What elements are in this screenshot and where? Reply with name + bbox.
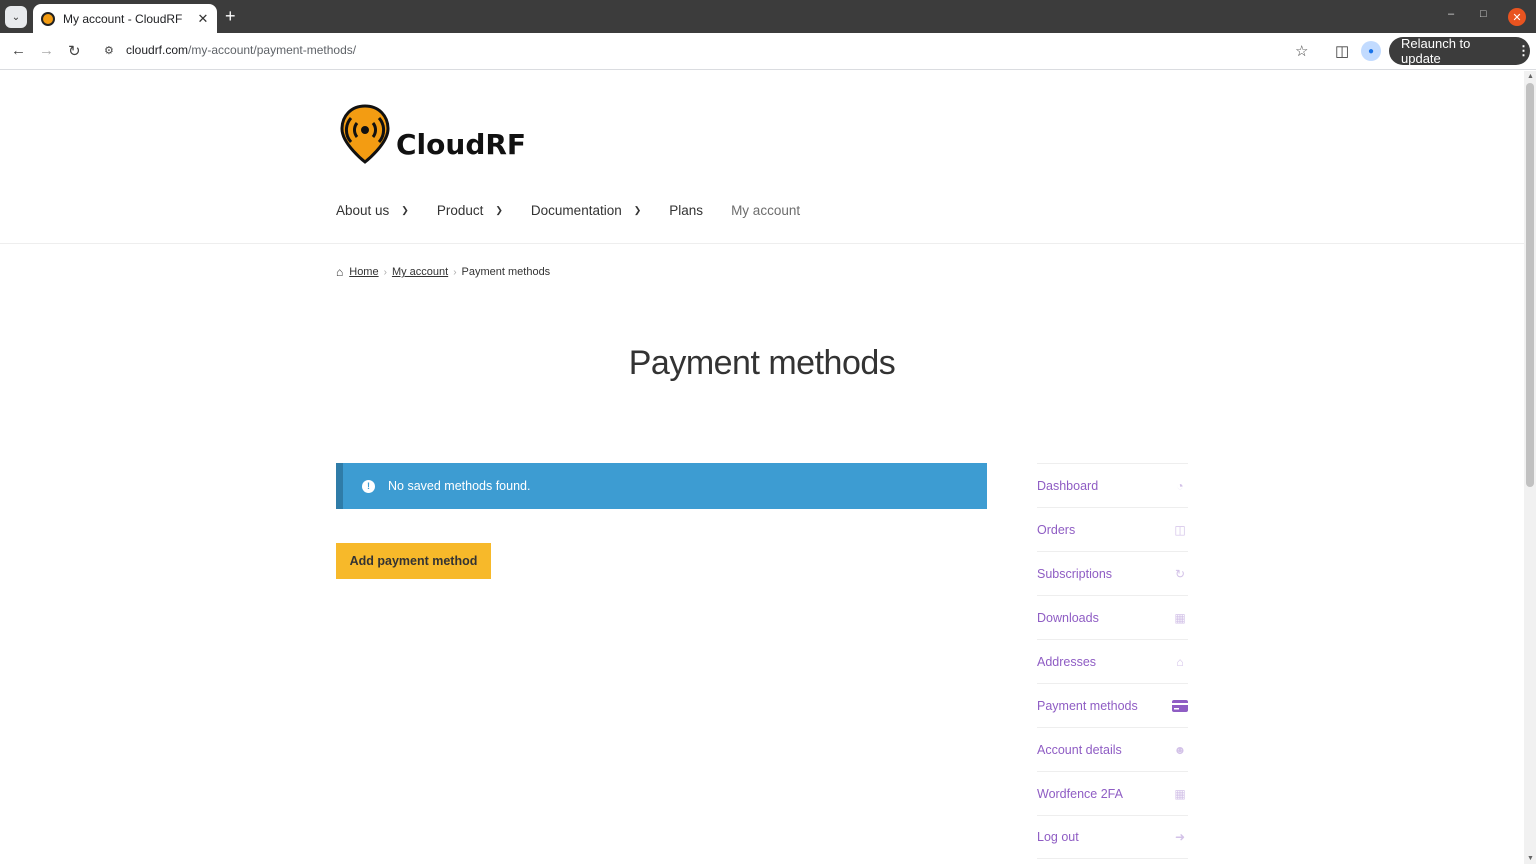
reload-icon[interactable]: ↻ [68,42,81,60]
relaunch-label: Relaunch to update [1401,36,1471,66]
page-scrollbar[interactable]: ▲ ▼ [1524,71,1536,864]
account-nav-payment-methods[interactable]: Payment methods [1037,683,1188,727]
relaunch-button[interactable]: Relaunch to update ⋮ [1389,36,1530,66]
bookmark-star-icon[interactable]: ☆ [1295,42,1308,60]
tab-search-button[interactable]: ⌄ [5,6,27,28]
nav-label: About us [336,203,390,218]
breadcrumb-separator: › [383,266,387,278]
dashboard-icon: ◔ [1176,478,1184,493]
account-nav-account-details[interactable]: Account details ☻ [1037,727,1188,771]
breadcrumb-home-link[interactable]: Home [349,266,378,278]
sign-out-icon: ➜ [1174,830,1186,844]
chevron-down-icon: ❯ [495,205,503,215]
page-title: Payment methods [628,344,896,382]
nav-item-about-us[interactable]: About us ❯ [336,203,409,218]
page: CloudRF About us ❯ Product ❯ Documentati… [0,71,1524,864]
nav-label: Product [436,203,484,218]
home-icon: ⌂ [1176,654,1184,669]
account-nav-log-out[interactable]: Log out ➜ [1037,815,1188,859]
info-notice: ! No saved methods found. [336,463,987,509]
scrollbar-thumb[interactable] [1526,83,1534,487]
add-payment-method-button[interactable]: Add payment method [336,543,491,579]
account-nav-label: Subscriptions [1037,566,1113,581]
scroll-up-icon[interactable]: ▲ [1527,73,1534,80]
browser-toolbar: ← → ↻ ⚙ cloudrf.com/my-account/payment-m… [0,33,1536,70]
forward-icon[interactable]: → [39,42,54,59]
nav-label: My account [731,203,801,218]
favicon-icon [41,11,55,26]
back-icon[interactable]: ← [11,42,26,59]
chevron-down-icon: ❯ [633,205,642,215]
browser-tab-bar: ⌄ My account - CloudRF ✕ + – □ ✕ [0,0,1536,33]
url-domain: cloudrf.com [126,43,189,57]
user-icon: ☻ [1173,742,1187,757]
address-bar[interactable]: cloudrf.com/my-account/payment-methods/ [126,43,356,57]
person-icon: ● [1367,45,1375,57]
nav-item-my-account[interactable]: My account [731,203,800,218]
refresh-icon: ↻ [1174,566,1186,581]
building-icon: ▦ [1174,786,1186,801]
logo-text: CloudRF [396,127,527,161]
new-tab-button[interactable]: + [225,7,236,25]
nav-item-product[interactable]: Product ❯ [437,203,503,218]
account-navigation: Dashboard ◔ Orders ◫ Subscriptions ↻ Dow… [1037,463,1188,859]
account-nav-label: Downloads [1037,610,1099,625]
profile-avatar[interactable]: ● [1361,41,1381,61]
home-icon: ⌂ [336,265,344,279]
restore-icon[interactable]: □ [1480,8,1487,20]
close-icon[interactable]: ✕ [193,11,213,27]
account-nav-label: Wordfence 2FA [1037,786,1123,801]
account-nav-wordfence-2fa[interactable]: Wordfence 2FA ▦ [1037,771,1188,815]
site-settings-icon[interactable]: ⚙ [104,44,114,57]
logo-pin-icon [340,104,390,164]
nav-label: Documentation [530,203,622,218]
scroll-down-icon[interactable]: ▼ [1527,855,1534,862]
account-nav-label: Payment methods [1037,698,1138,713]
info-icon: ! [362,479,375,493]
nav-item-documentation[interactable]: Documentation ❯ [531,203,641,218]
notice-text: No saved methods found. [388,479,531,493]
more-vert-icon: ⋮ [1517,43,1530,58]
account-nav-orders[interactable]: Orders ◫ [1037,507,1188,551]
account-nav-downloads[interactable]: Downloads ▦ [1037,595,1188,639]
nav-label: Plans [669,203,704,218]
window-close-button[interactable]: ✕ [1508,8,1526,26]
account-nav-label: Addresses [1037,654,1097,669]
header-divider [0,243,1524,244]
account-nav-dashboard[interactable]: Dashboard ◔ [1037,463,1188,507]
minimize-icon[interactable]: – [1448,8,1454,20]
url-path: /my-account/payment-methods/ [188,43,357,57]
account-nav-label: Orders [1037,522,1076,537]
side-panel-icon[interactable]: ◫ [1335,42,1349,60]
nav-item-plans[interactable]: Plans [669,203,703,218]
chevron-down-icon: ⌄ [11,11,21,23]
breadcrumb-current: Payment methods [461,266,551,278]
account-nav-label: Account details [1037,742,1122,757]
basket-icon: ◫ [1174,522,1186,537]
credit-card-icon [1172,699,1188,713]
account-nav-addresses[interactable]: Addresses ⌂ [1037,639,1188,683]
breadcrumb-my-account-link[interactable]: My account [392,266,448,278]
file-icon: ▦ [1174,610,1186,625]
tab-title: My account - CloudRF [63,11,183,26]
main-navigation: About us ❯ Product ❯ Documentation ❯ Pla… [336,203,828,218]
account-nav-label: Log out [1037,830,1079,844]
breadcrumb: ⌂ Home › My account › Payment methods [336,265,550,279]
chevron-down-icon: ❯ [401,205,409,215]
browser-tab[interactable]: My account - CloudRF ✕ [33,4,217,33]
site-logo[interactable]: CloudRF [340,104,526,164]
account-nav-subscriptions[interactable]: Subscriptions ↻ [1037,551,1188,595]
breadcrumb-separator: › [453,266,457,278]
account-nav-label: Dashboard [1037,478,1099,493]
